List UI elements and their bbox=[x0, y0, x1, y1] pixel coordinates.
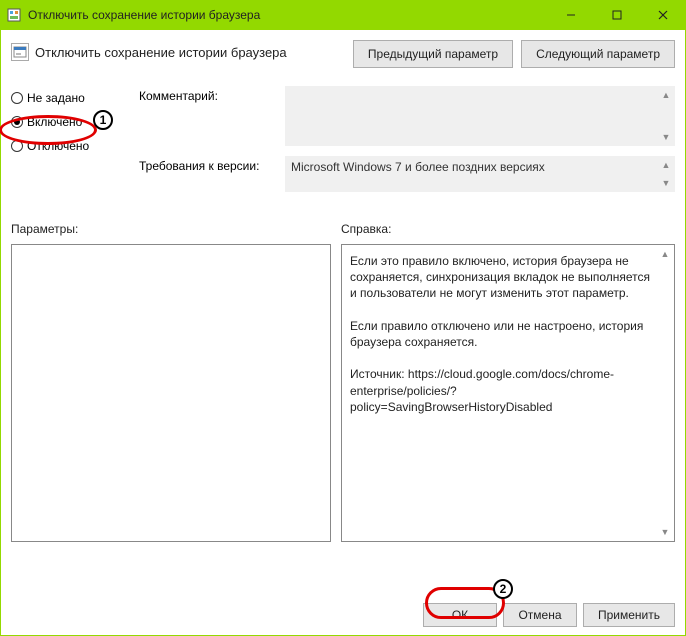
help-label: Справка: bbox=[341, 222, 675, 236]
header-row: Отключить сохранение истории браузера Пр… bbox=[11, 40, 675, 68]
state-radios: Не задано Включено Отключено bbox=[11, 86, 131, 202]
radio-icon bbox=[11, 140, 23, 152]
header-left: Отключить сохранение истории браузера bbox=[11, 40, 345, 61]
policy-icon bbox=[11, 43, 29, 61]
window-body: Отключить сохранение истории браузера Пр… bbox=[0, 30, 686, 636]
minimize-button[interactable] bbox=[548, 0, 594, 30]
apply-button[interactable]: Применить bbox=[583, 603, 675, 627]
radio-label: Не задано bbox=[27, 91, 85, 105]
close-button[interactable] bbox=[640, 0, 686, 30]
scroll-down-icon[interactable]: ▼ bbox=[659, 176, 673, 190]
dialog-buttons: ОК Отмена Применить bbox=[423, 603, 675, 627]
prev-param-button[interactable]: Предыдущий параметр bbox=[353, 40, 513, 68]
scroll-down-icon[interactable]: ▼ bbox=[659, 130, 673, 144]
middle-section: Не задано Включено Отключено Комментарий… bbox=[11, 86, 675, 202]
requirements-field: Microsoft Windows 7 и более поздних верс… bbox=[285, 156, 675, 192]
scroll-up-icon[interactable]: ▲ bbox=[658, 247, 672, 261]
scroll-up-icon[interactable]: ▲ bbox=[659, 158, 673, 172]
fields: Комментарий: ▲ ▼ Требования к версии: Mi… bbox=[139, 86, 675, 202]
section-labels: Параметры: Справка: bbox=[11, 222, 675, 240]
radio-not-set[interactable]: Не задано bbox=[11, 86, 131, 110]
radio-icon bbox=[11, 92, 23, 104]
panes: Если это правило включено, история брауз… bbox=[11, 244, 675, 542]
radio-disabled[interactable]: Отключено bbox=[11, 134, 131, 158]
comment-field[interactable]: ▲ ▼ bbox=[285, 86, 675, 146]
titlebar: Отключить сохранение истории браузера bbox=[0, 0, 686, 30]
radio-icon bbox=[11, 116, 23, 128]
help-text: Если это правило включено, история брауз… bbox=[342, 245, 674, 423]
help-pane: Если это правило включено, история брауз… bbox=[341, 244, 675, 542]
nav-buttons: Предыдущий параметр Следующий параметр bbox=[353, 40, 675, 68]
params-pane bbox=[11, 244, 331, 542]
comment-row: Комментарий: ▲ ▼ bbox=[139, 86, 675, 146]
requirements-row: Требования к версии: Microsoft Windows 7… bbox=[139, 156, 675, 192]
scroll-up-icon[interactable]: ▲ bbox=[659, 88, 673, 102]
next-param-button[interactable]: Следующий параметр bbox=[521, 40, 675, 68]
requirements-label: Требования к версии: bbox=[139, 156, 279, 192]
policy-title: Отключить сохранение истории браузера bbox=[35, 45, 287, 60]
cancel-button[interactable]: Отмена bbox=[503, 603, 577, 627]
window-controls bbox=[548, 0, 686, 30]
maximize-button[interactable] bbox=[594, 0, 640, 30]
requirements-value: Microsoft Windows 7 и более поздних верс… bbox=[291, 160, 545, 174]
radio-enabled[interactable]: Включено bbox=[11, 110, 131, 134]
scroll-down-icon[interactable]: ▼ bbox=[658, 525, 672, 539]
window-title: Отключить сохранение истории браузера bbox=[28, 8, 548, 22]
annotation-badge-2: 2 bbox=[493, 579, 513, 599]
comment-label: Комментарий: bbox=[139, 86, 279, 146]
radio-label: Включено bbox=[27, 115, 82, 129]
ok-button[interactable]: ОК bbox=[423, 603, 497, 627]
radio-label: Отключено bbox=[27, 139, 89, 153]
params-label: Параметры: bbox=[11, 222, 331, 236]
app-icon bbox=[6, 7, 22, 23]
